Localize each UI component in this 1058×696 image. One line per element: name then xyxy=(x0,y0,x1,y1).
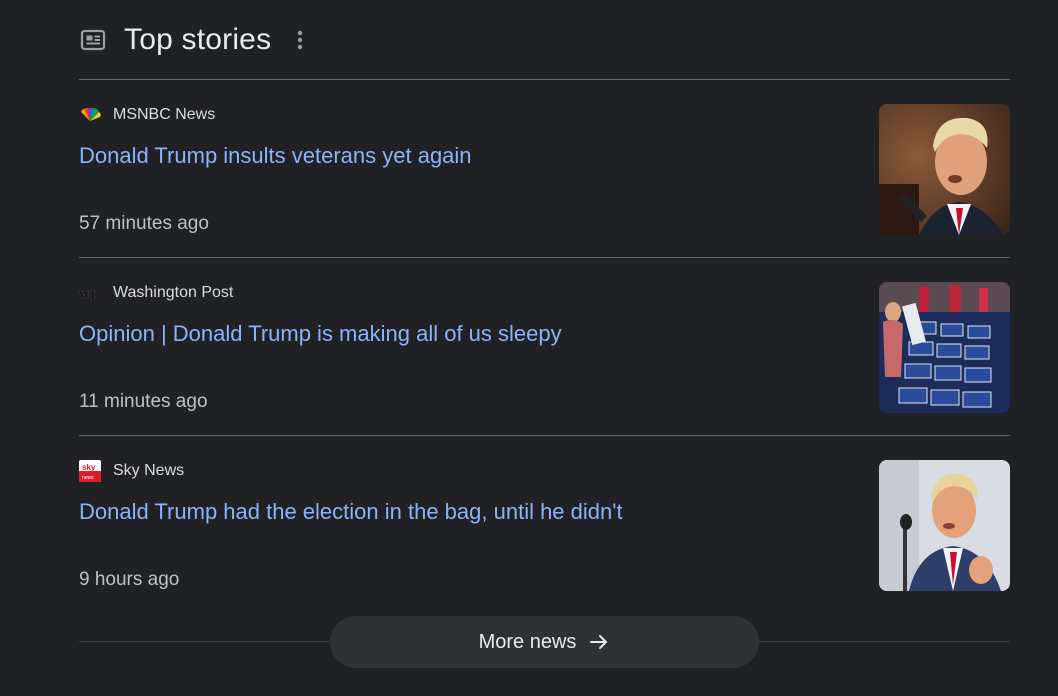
top-stories-module: Top stories MSNBC News Donald Trump insu… xyxy=(79,0,1010,694)
top-stories-footer: More news xyxy=(79,614,1010,694)
section-title: Top stories xyxy=(124,22,272,56)
source-name: Sky News xyxy=(113,462,185,479)
story-headline-link[interactable]: Opinion | Donald Trump is making all of … xyxy=(79,321,562,347)
story-source: wp Washington Post xyxy=(79,284,233,302)
svg-text:news: news xyxy=(82,475,94,481)
story-timestamp: 9 hours ago xyxy=(79,569,180,590)
sky-news-logo-icon: sky news xyxy=(79,460,101,482)
wp-logo-icon: wp xyxy=(79,284,101,302)
story-thumbnail[interactable] xyxy=(879,282,1010,413)
story-card[interactable]: sky news Sky News Donald Trump had the e… xyxy=(79,436,1010,614)
top-stories-header: Top stories xyxy=(79,0,1010,80)
story-thumbnail[interactable] xyxy=(879,104,1010,235)
more-news-label: More news xyxy=(478,630,577,653)
story-thumbnail[interactable] xyxy=(879,460,1010,591)
newspaper-icon xyxy=(79,26,107,54)
story-headline-link[interactable]: Donald Trump had the election in the bag… xyxy=(79,499,623,525)
story-source: sky news Sky News xyxy=(79,460,185,482)
story-source: MSNBC News xyxy=(79,106,215,124)
svg-text:wp: wp xyxy=(79,287,99,300)
story-card[interactable]: wp Washington Post Opinion | Donald Trum… xyxy=(79,258,1010,436)
more-news-button[interactable]: More news xyxy=(330,616,759,668)
story-timestamp: 11 minutes ago xyxy=(79,391,208,412)
arrow-right-icon xyxy=(588,631,610,653)
story-headline-link[interactable]: Donald Trump insults veterans yet again xyxy=(79,143,472,169)
source-name: Washington Post xyxy=(113,284,234,301)
story-card[interactable]: MSNBC News Donald Trump insults veterans… xyxy=(79,80,1010,258)
story-timestamp: 57 minutes ago xyxy=(79,213,209,234)
source-name: MSNBC News xyxy=(113,106,216,123)
peacock-logo-icon xyxy=(79,106,101,124)
more-vert-icon[interactable] xyxy=(293,28,307,52)
svg-text:sky: sky xyxy=(82,463,96,472)
